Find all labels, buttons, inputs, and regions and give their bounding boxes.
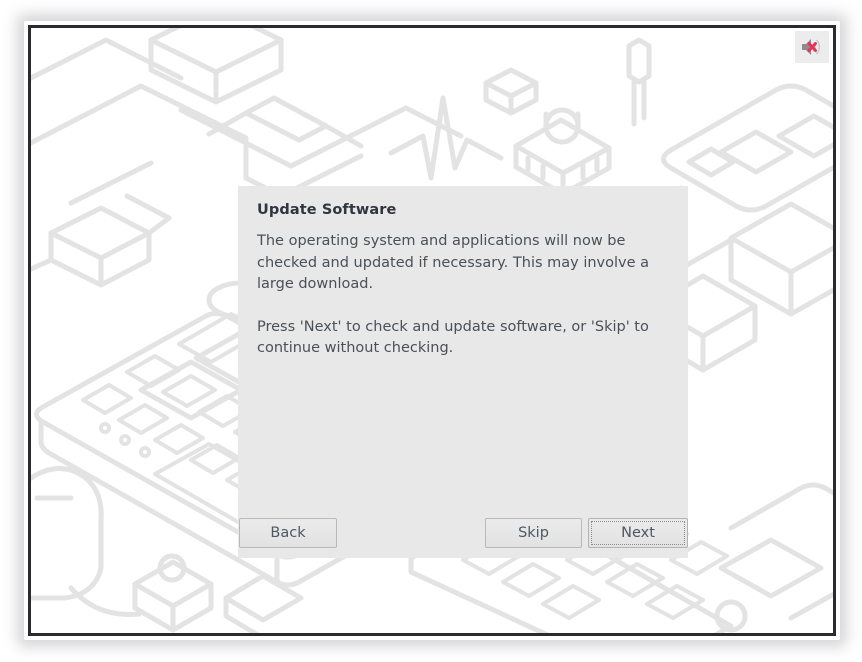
dialog-content: Update Software The operating system and… — [238, 186, 688, 360]
dialog-button-row: Back Skip Next — [238, 518, 688, 550]
update-software-dialog: Update Software The operating system and… — [238, 186, 688, 558]
first-boot-wizard-window: Update Software The operating system and… — [28, 25, 836, 636]
back-button[interactable]: Back — [239, 518, 337, 548]
skip-button[interactable]: Skip — [485, 518, 582, 548]
screen: Update Software The operating system and… — [0, 0, 862, 662]
dialog-paragraph-2: Press 'Next' to check and update softwar… — [257, 318, 649, 357]
volume-muted-glyph — [802, 39, 821, 55]
dialog-title: Update Software — [257, 202, 397, 218]
desktop-background: Update Software The operating system and… — [31, 28, 833, 633]
volume-muted-icon[interactable] — [795, 31, 829, 63]
next-button[interactable]: Next — [588, 518, 688, 548]
dialog-paragraph-1: The operating system and applications wi… — [257, 233, 650, 293]
